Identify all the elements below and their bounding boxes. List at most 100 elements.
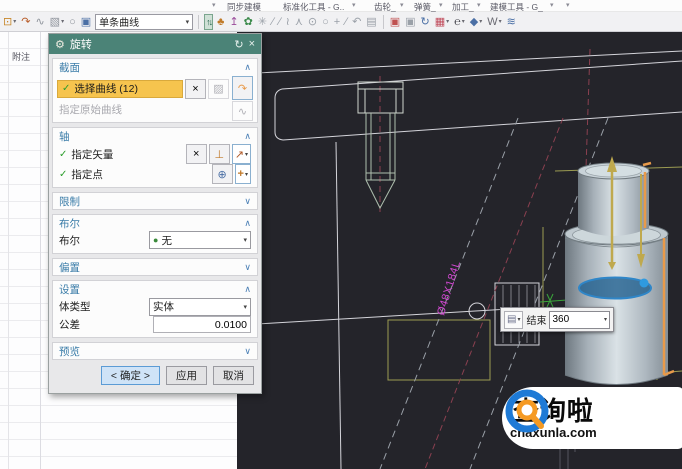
expand-chevron-icon[interactable]: ∨ <box>244 346 251 357</box>
dropdown-caret-icon[interactable]: ▾ <box>212 1 216 9</box>
close-icon[interactable]: × <box>249 38 255 50</box>
body-type-dropdown[interactable]: 实体 ▾ <box>149 298 251 316</box>
section-group-offset: 偏置 ∨ <box>52 258 258 276</box>
dropdown-caret-icon[interactable]: ▾ <box>566 1 570 9</box>
offset-header[interactable]: 偏置 ∨ <box>53 259 257 275</box>
apply-button[interactable]: 应用 <box>166 366 207 385</box>
revolve-dialog: ⚙ 旋转 ↻ × 截面 ∧ ✓ 选择曲线 (12) <box>48 33 262 394</box>
wave-icon[interactable]: ≋ <box>506 14 517 30</box>
graphics-viewport[interactable]: Ø48X184L ▤ ▾ 结束 ▾ 查询啦 chaxunla.com <box>237 32 682 469</box>
dropdown-caret-icon[interactable]: ▾ <box>400 1 404 9</box>
e-icon[interactable]: ℮▾ <box>453 14 466 30</box>
angle-value-field[interactable]: ▾ <box>549 311 610 329</box>
reset-icon[interactable]: ↻ <box>234 38 243 51</box>
dropdown-caret-icon[interactable]: ▾ <box>352 1 356 9</box>
expand-chevron-icon[interactable]: ∨ <box>244 262 251 273</box>
settings-label: 设置 <box>59 282 80 297</box>
box-icon[interactable]: ▣ <box>80 14 92 30</box>
layers-icon[interactable]: ▤ <box>365 14 377 30</box>
slash-icon[interactable]: ∕ <box>344 14 348 30</box>
boolean-header[interactable]: 布尔 ∧ <box>53 215 257 231</box>
nx-cad-window: ▾ 同步建模 标准化工具 - G.. ▾ 齿轮_ ▾ 弹簧_ ▾ 加工_ ▾ 建… <box>0 0 682 469</box>
main-toolbar: ⊡▾ ↷ ∿ ▧▾ ○ ▣ 单条曲线▾ ↑↓ ♣ ↥ ✿ ✳ ∕ ∕ ≀ ⋏ ⊙… <box>0 12 682 32</box>
swap-selection-button[interactable]: × <box>185 79 206 99</box>
panel-gridline <box>8 32 9 469</box>
revolved-solid[interactable] <box>565 163 668 385</box>
tree-icon[interactable]: ♣ <box>216 14 225 30</box>
boolean-field-label: 布尔 <box>59 233 80 248</box>
dropdown-caret-icon[interactable]: ▾ <box>550 1 554 9</box>
snap-marker <box>540 294 567 307</box>
dropdown-caret-icon[interactable]: ▾ <box>477 1 481 9</box>
dialog-titlebar[interactable]: ⚙ 旋转 ↻ × <box>49 34 261 54</box>
collapse-chevron-icon[interactable]: ∧ <box>244 62 251 73</box>
dialog-title: 旋转 <box>70 36 92 52</box>
dropdown-caret-icon[interactable]: ▾ <box>439 1 443 9</box>
rotation-handle[interactable] <box>579 278 651 299</box>
dropdown-caret-icon: ▾ <box>517 316 520 323</box>
stop-at-intersection-icon[interactable]: ↑↓ <box>204 14 213 30</box>
curve-select-button[interactable]: ↷ <box>232 76 253 100</box>
plus-icon[interactable]: + <box>333 14 341 30</box>
grid-red-icon[interactable]: ▦▾ <box>434 14 450 30</box>
curve-rule-combobox[interactable]: 单条曲线▾ <box>95 14 193 30</box>
dialog-footer: < 确定 > 应用 取消 <box>52 364 258 391</box>
window-gray-icon[interactable]: ▣ <box>404 14 416 30</box>
chaxunla-logo-icon <box>502 387 554 439</box>
section-group-section: 截面 ∧ ✓ 选择曲线 (12) × ▨ 指定原始曲线 <box>52 58 258 123</box>
spline-icon[interactable]: ∿ <box>34 14 45 30</box>
reverse-vector-button[interactable]: × <box>186 144 207 164</box>
ok-button[interactable]: < 确定 > <box>101 366 160 385</box>
gear-green-icon[interactable]: ✿ <box>243 14 254 30</box>
annotation-column-header: 附注 <box>12 50 30 63</box>
dropdown-caret-icon: ▾ <box>245 171 248 178</box>
window-red-icon[interactable]: ▣ <box>389 14 401 30</box>
limits-header[interactable]: 限制 ∨ <box>53 193 257 209</box>
tolerance-input[interactable] <box>153 316 251 333</box>
point-dialog-button[interactable]: ⊕ <box>212 164 233 184</box>
expand-chevron-icon[interactable]: ∨ <box>244 196 251 207</box>
original-spline-button[interactable]: ∿ <box>232 101 253 121</box>
offset-label: 偏置 <box>59 260 80 275</box>
arc-icon[interactable]: ≀ <box>285 14 291 30</box>
circle-icon[interactable]: ○ <box>321 14 330 30</box>
select-curve-field[interactable]: ✓ 选择曲线 (12) <box>57 80 183 98</box>
axis-header[interactable]: 轴 ∧ <box>53 128 257 144</box>
dropdown-caret-icon[interactable]: ▾ <box>604 316 607 323</box>
region-button[interactable]: ▨ <box>208 79 229 99</box>
collapse-chevron-icon[interactable]: ∧ <box>244 131 251 142</box>
dashed-rect-icon[interactable]: ▧▾ <box>49 14 65 30</box>
collapse-chevron-icon[interactable]: ∧ <box>244 284 251 295</box>
select-curve-label: 选择曲线 (12) <box>74 81 138 96</box>
section-label: 截面 <box>59 60 80 75</box>
slash-icon[interactable]: ∕ <box>271 14 275 30</box>
cube-blue-icon[interactable]: ◆▾ <box>469 14 483 30</box>
ellipse-icon[interactable]: ○ <box>68 14 77 30</box>
caret-curve-icon[interactable]: ⋏ <box>294 14 304 30</box>
limit-option-dropdown[interactable]: ▤ ▾ <box>504 311 523 329</box>
gear-icon: ⚙ <box>55 38 65 51</box>
vector-type-dropdown[interactable]: ↗ ▾ <box>232 144 251 164</box>
undo-curve-icon[interactable]: ↶ <box>351 14 362 30</box>
vector-dialog-button[interactable]: ⊥ <box>209 144 230 164</box>
curve-arrow-icon[interactable]: ↷ <box>20 14 31 30</box>
angle-input[interactable] <box>552 314 580 325</box>
collapse-chevron-icon[interactable]: ∧ <box>244 218 251 229</box>
toolbar-separator <box>383 15 384 29</box>
limit-type-icon: ▤ <box>507 314 516 325</box>
circle-dot-icon[interactable]: ⊙ <box>307 14 318 30</box>
preview-header[interactable]: 预览 ∨ <box>53 343 257 359</box>
slash-icon[interactable]: ∕ <box>278 14 282 30</box>
sketch-section-icon[interactable]: ⊡▾ <box>2 14 17 30</box>
vector-icon[interactable]: ↥ <box>228 14 239 30</box>
point-icon: + <box>238 168 244 180</box>
settings-header[interactable]: 设置 ∧ <box>53 281 257 297</box>
asterisk-icon[interactable]: ✳ <box>257 14 268 30</box>
boolean-dropdown[interactable]: ● 无 ▾ <box>149 231 251 249</box>
cancel-button[interactable]: 取消 <box>213 366 254 385</box>
section-header[interactable]: 截面 ∧ <box>53 59 257 75</box>
refresh-blue-icon[interactable]: ↻ <box>420 14 431 30</box>
w-icon[interactable]: W▾ <box>486 14 502 30</box>
point-type-dropdown[interactable]: + ▾ <box>235 164 251 184</box>
dropdown-caret-icon: ▾ <box>243 236 247 244</box>
